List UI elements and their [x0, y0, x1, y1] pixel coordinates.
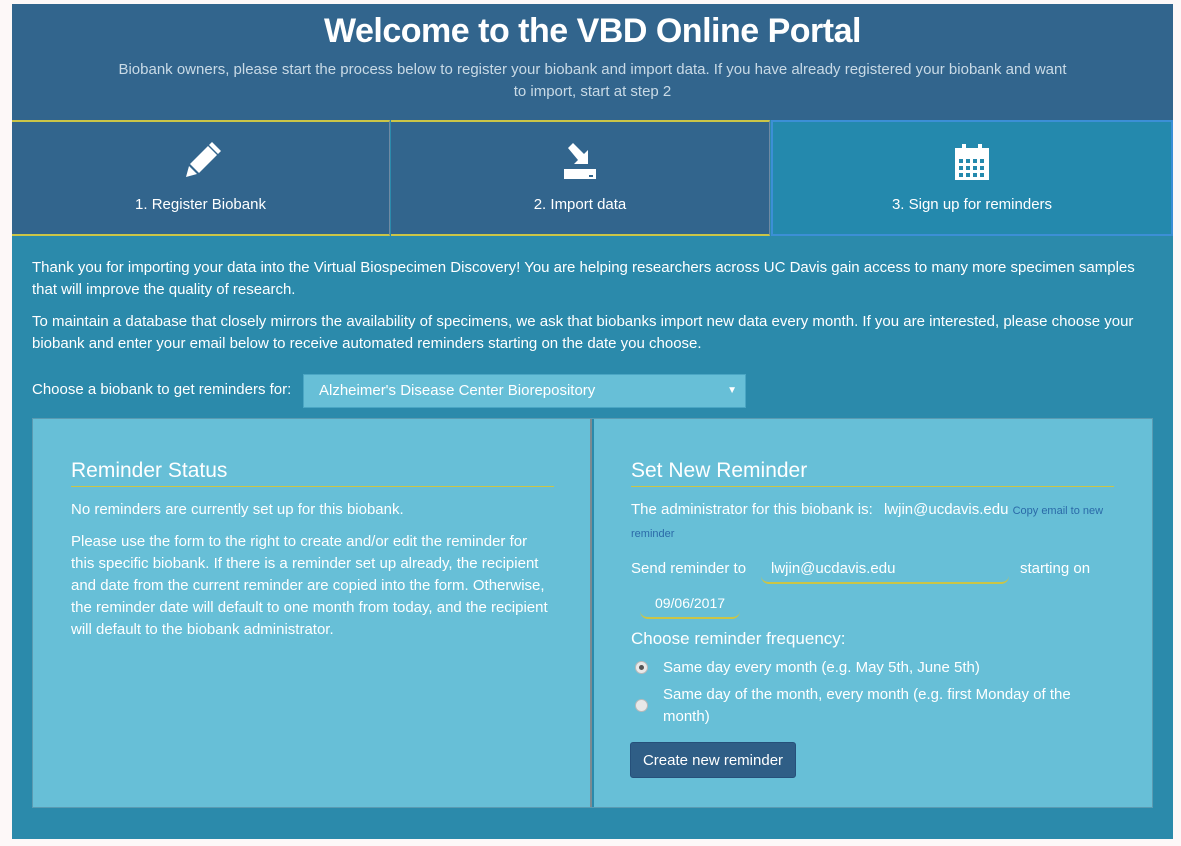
step-sign-up-reminders[interactable]: 3. Sign up for reminders [771, 120, 1173, 236]
reminder-email-input[interactable] [761, 554, 1009, 584]
page-title: Welcome to the VBD Online Portal [324, 12, 861, 50]
reminder-status-heading: Reminder Status [71, 459, 554, 487]
step-import-data[interactable]: 2. Import data [391, 120, 770, 236]
step-register-biobank[interactable]: 1. Register Biobank [12, 120, 390, 236]
pencil-icon [185, 142, 221, 177]
starting-on-label: starting on [1020, 560, 1091, 577]
set-new-reminder-heading: Set New Reminder [631, 459, 1114, 487]
frequency-label: Choose reminder frequency: [631, 629, 846, 648]
calendar-icon [955, 144, 989, 180]
step-label: 2. Import data [533, 196, 627, 213]
step-label: 1. Register Biobank [135, 196, 266, 213]
send-reminder-label: Send reminder to [631, 560, 747, 577]
no-reminders-text: No reminders are currently set up for th… [71, 501, 404, 518]
portal-frame: Welcome to the VBD Online Portal Biobank… [12, 4, 1173, 839]
admin-label: The administrator for this biobank is: [631, 501, 873, 518]
reminder-date-input[interactable] [640, 589, 740, 619]
caret-down-icon: ▼ [727, 385, 737, 396]
instructions-text: Please use the form to the right to crea… [71, 533, 548, 638]
reminder-status-panel: Reminder Status No reminders are current… [33, 419, 592, 807]
radio-button[interactable] [635, 699, 648, 712]
radio-button[interactable] [635, 661, 648, 674]
set-new-reminder-panel: Set New Reminder The administrator for t… [594, 419, 1152, 807]
biobank-select[interactable]: Alzheimer's Disease Center Biorepository… [303, 374, 746, 408]
reminder-panels: Reminder Status No reminders are current… [32, 418, 1153, 808]
biobank-select-label: Choose a biobank to get reminders for: [32, 381, 292, 398]
admin-info: The administrator for this biobank is: l… [631, 499, 1131, 545]
radio-label: Same day every month (e.g. May 5th, June… [663, 659, 980, 676]
import-icon [564, 143, 596, 179]
admin-email: lwjin@ucdavis.edu [883, 501, 1009, 518]
thank-you-text: Thank you for importing your data into t… [32, 259, 1135, 298]
radio-label: Same day of the month, every month (e.g.… [663, 686, 1071, 725]
maintain-text: To maintain a database that closely mirr… [32, 313, 1134, 352]
biobank-select-value: Alzheimer's Disease Center Biorepository [319, 382, 596, 399]
header: Welcome to the VBD Online Portal Biobank… [12, 4, 1173, 120]
page-subtitle: Biobank owners, please start the process… [118, 61, 1067, 100]
step-label: 3. Sign up for reminders [891, 196, 1053, 213]
create-reminder-button[interactable]: Create new reminder [630, 742, 796, 778]
